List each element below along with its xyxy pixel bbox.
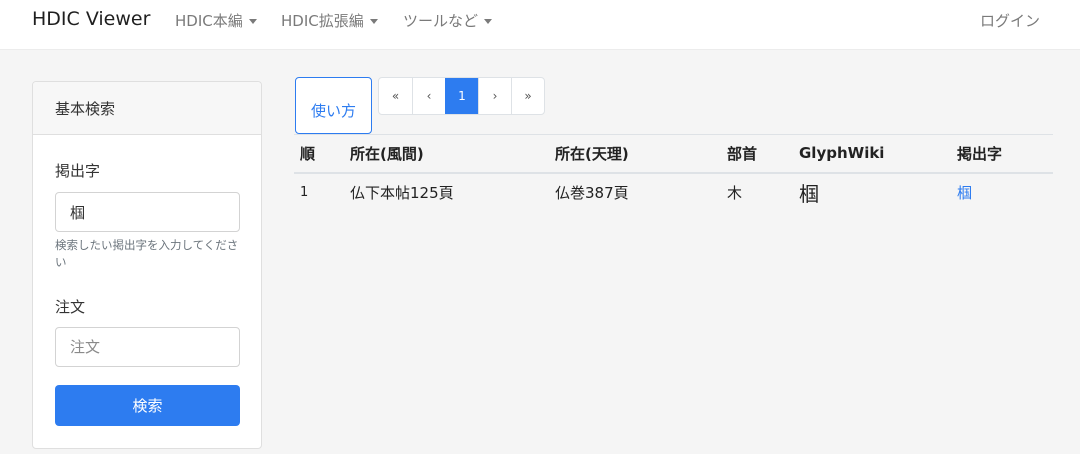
menu-tools[interactable]: ツールなど [403,10,493,31]
menu-hdic-extension[interactable]: HDIC拡張編 [281,10,378,31]
col-location-kazama-header: 所在(風間) [344,134,549,174]
menu-tools-label: ツールなど [403,12,479,30]
usage-button[interactable]: 使い方 [295,77,372,134]
cell-glyphwiki-glyph: 椢 [799,181,819,206]
col-character-header: 掲出字 [951,134,1053,174]
table-header-row: 順 所在(風間) 所在(天理) 部首 GlyphWiki 掲出字 [294,134,1053,174]
menu-hdic-main-label: HDIC本編 [175,12,243,30]
top-navbar: HDIC Viewer HDIC本編 HDIC拡張編 ツールなど ログイン [0,0,1080,50]
midashi-help-text: 検索したい掲出字を入力してください [55,238,239,269]
search-button[interactable]: 検索 [55,385,240,426]
login-link[interactable]: ログイン [980,10,1040,31]
midashi-input[interactable] [55,192,240,232]
col-radical-header: 部首 [721,134,793,174]
chevron-down-icon [248,19,257,24]
midashi-label: 掲出字 [55,162,101,180]
chubun-label: 注文 [55,298,86,316]
basic-search-header: 基本検索 [33,82,261,135]
page-1-button[interactable]: 1 [445,78,478,114]
col-glyphwiki-header: GlyphWiki [793,134,951,174]
col-location-tenri-header: 所在(天理) [549,134,721,174]
chevron-down-icon [369,19,378,24]
page-first-button[interactable]: « [379,78,412,114]
chubun-input[interactable] [55,327,240,367]
page-last-button[interactable]: » [511,78,544,114]
results-table: 順 所在(風間) 所在(天理) 部首 GlyphWiki 掲出字 1 仏下本帖1… [294,134,1053,211]
pagination: « ‹ 1 › » [378,77,545,115]
cell-order: 1 [300,184,309,200]
basic-search-card: 基本検索 掲出字 検索したい掲出字を入力してください 注文 検索 [32,81,262,449]
page-prev-button[interactable]: ‹ [412,78,445,114]
col-order-header: 順 [294,134,344,174]
cell-radical: 木 [727,183,743,202]
chevron-down-icon [484,19,493,24]
cell-location-tenri: 仏巻387頁 [555,183,629,202]
character-link[interactable]: 椢 [957,184,972,202]
page-next-button[interactable]: › [478,78,511,114]
cell-location-kazama: 仏下本帖125頁 [350,183,454,202]
brand-logo[interactable]: HDIC Viewer [32,8,150,30]
table-row: 1 仏下本帖125頁 仏巻387頁 木 椢 椢 [294,173,1053,211]
menu-hdic-extension-label: HDIC拡張編 [281,12,364,30]
cell-character: 椢 [951,173,1053,211]
menu-hdic-main[interactable]: HDIC本編 [175,10,257,31]
